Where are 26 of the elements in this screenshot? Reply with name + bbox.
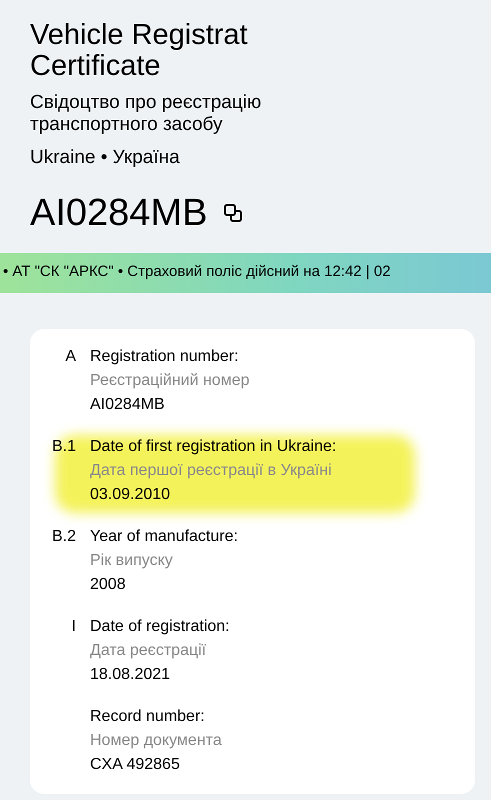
field-code: B.2 (52, 528, 76, 544)
field-value: AI0284MB (90, 394, 166, 414)
field-code: I (72, 618, 76, 634)
plate-number: AI0284MB (30, 190, 208, 234)
field-label-ukrainian: Реєстраційний номер (90, 370, 250, 390)
field-code: B.1 (52, 438, 76, 454)
field-value: 2008 (90, 574, 127, 594)
field-value: 03.09.2010 (90, 484, 172, 504)
field-label-ukrainian: Рік випуску (90, 550, 174, 570)
ticker-text: • АТ "СК "АРКС" • Страховий поліс дійсний на 12:42 | 02 (3, 262, 391, 282)
field-label: Registration number: (90, 346, 240, 366)
field-code: A (65, 348, 76, 364)
field-label-ukrainian: Номер документа (90, 730, 222, 750)
field-label: Date of registration: (90, 616, 230, 636)
field-label: Date of first registration in Ukraine: (90, 436, 336, 456)
field-label: Year of manufacture: (90, 526, 238, 546)
field-value: 18.08.2021 (90, 664, 172, 684)
field-value: CXA 492865 (90, 754, 181, 774)
country-text: Ukraine • Україна (30, 146, 181, 170)
title-line: Vehicle Registrat (30, 20, 249, 51)
copy-icon[interactable] (223, 202, 244, 222)
field-label-ukrainian: Дата реєстрації (90, 640, 208, 660)
subtitle: Свідоцтво про реєстрацію транспортного засобу (30, 92, 262, 136)
field-label: Record number: (90, 706, 206, 726)
title-line: Certificate (30, 51, 162, 82)
field-label-ukrainian: Дата першої реєстрації в Україні (90, 460, 333, 480)
